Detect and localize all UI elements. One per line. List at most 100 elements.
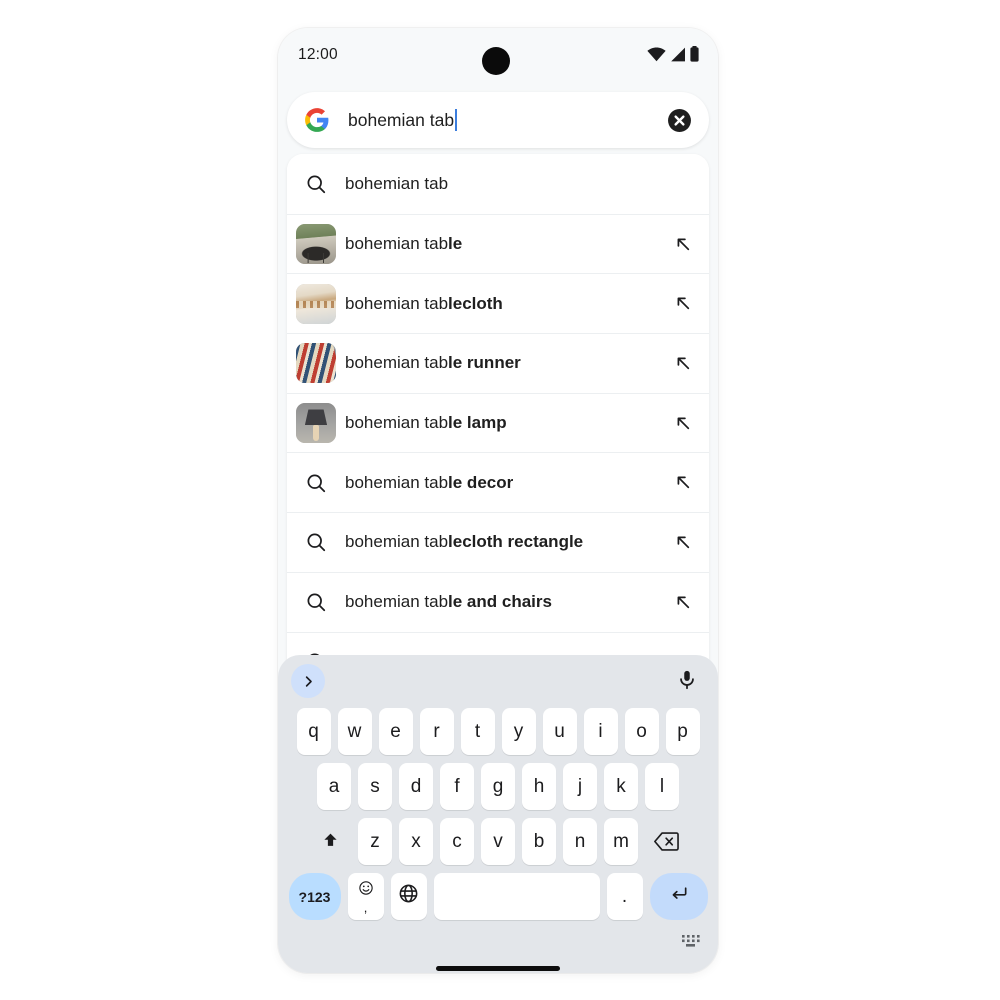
keyboard-bottom-bar — [278, 927, 718, 973]
suggestion-row[interactable]: bohemian table runner — [287, 333, 709, 393]
keyboard-row-3[interactable]: zxcvbnm — [278, 817, 718, 866]
thumbnail-image — [296, 403, 336, 444]
suggestion-label: bohemian table decor — [345, 472, 514, 492]
suggestion-thumbnail — [287, 283, 345, 324]
suggestion-label: bohemian table — [345, 234, 463, 254]
thumbnail-image — [296, 224, 336, 265]
key-t[interactable]: t — [460, 708, 495, 755]
suggestion-row[interactable]: bohemian table — [287, 213, 709, 274]
suggestion-label: bohemian table runner — [345, 353, 521, 373]
globe-icon — [398, 883, 419, 910]
key-g[interactable]: g — [481, 763, 515, 810]
suggestion-row[interactable]: bohemian table and chairs — [287, 571, 709, 632]
key-z[interactable]: z — [358, 818, 392, 865]
suggestion-row[interactable]: bohemian tablecloth rectangle — [287, 512, 709, 572]
insert-suggestion-icon[interactable] — [657, 353, 709, 374]
search-icon — [287, 531, 345, 553]
status-time: 12:00 — [298, 46, 338, 63]
status-bar: 12:00 — [278, 28, 718, 88]
keyboard-switcher-icon[interactable] — [682, 935, 700, 954]
key-x[interactable]: x — [399, 818, 433, 865]
backspace-key[interactable] — [645, 818, 687, 865]
suggestion-thumbnail — [287, 403, 345, 444]
screenshot-root: 12:00 bohemian tab bohemian tab bohemian… — [0, 0, 1000, 1000]
period-key[interactable]: . — [606, 873, 643, 920]
key-y[interactable]: y — [501, 708, 536, 755]
keyboard-row-1[interactable]: qwertyuiop — [278, 707, 718, 756]
home-indicator[interactable] — [436, 966, 560, 971]
software-keyboard[interactable]: qwertyuiop asdfghjkl zxcvbnm ?123 , . — [278, 655, 718, 973]
insert-suggestion-icon[interactable] — [657, 472, 709, 493]
key-v[interactable]: v — [481, 818, 515, 865]
suggestion-row[interactable]: bohemian tab — [287, 154, 709, 214]
insert-suggestion-icon[interactable] — [657, 413, 709, 434]
key-i[interactable]: i — [583, 708, 618, 755]
suggestion-label: bohemian table and chairs — [345, 592, 552, 612]
insert-suggestion-icon[interactable] — [657, 293, 709, 314]
close-circle-icon[interactable] — [667, 108, 692, 133]
key-s[interactable]: s — [358, 763, 392, 810]
battery-icon — [689, 46, 700, 67]
suggestion-label: bohemian table lamp — [345, 413, 507, 433]
keyboard-row-4[interactable]: ?123 , . — [278, 872, 718, 921]
phone-frame: 12:00 bohemian tab bohemian tab bohemian… — [278, 28, 718, 973]
insert-suggestion-icon[interactable] — [657, 592, 709, 613]
key-q[interactable]: q — [296, 708, 331, 755]
microphone-icon[interactable] — [676, 667, 702, 695]
key-f[interactable]: f — [440, 763, 474, 810]
chevron-right-icon[interactable] — [291, 664, 325, 698]
key-w[interactable]: w — [337, 708, 372, 755]
search-icon — [287, 472, 345, 494]
search-query-field[interactable]: bohemian tab — [348, 109, 667, 131]
suggestion-row[interactable]: bohemian table decor — [287, 452, 709, 513]
suggestion-row[interactable]: bohemian table lamp — [287, 392, 709, 453]
key-a[interactable]: a — [317, 763, 351, 810]
thumbnail-image — [296, 343, 336, 384]
shift-key[interactable] — [309, 818, 351, 865]
search-bar[interactable]: bohemian tab — [287, 92, 709, 148]
key-l[interactable]: l — [645, 763, 679, 810]
suggestion-label: bohemian tab — [345, 173, 449, 193]
status-icon-group — [647, 46, 700, 67]
thumbnail-image — [296, 283, 336, 324]
space-key[interactable] — [433, 873, 600, 920]
key-r[interactable]: r — [419, 708, 454, 755]
key-o[interactable]: o — [624, 708, 659, 755]
suggestion-thumbnail — [287, 343, 345, 384]
suggestion-list[interactable]: bohemian tab bohemian table bohemian table… — [287, 154, 709, 694]
insert-suggestion-icon[interactable] — [657, 234, 709, 255]
key-m[interactable]: m — [604, 818, 638, 865]
key-p[interactable]: p — [665, 708, 700, 755]
insert-suggestion-icon[interactable] — [657, 532, 709, 553]
language-key[interactable] — [390, 873, 427, 920]
enter-icon — [668, 884, 690, 910]
text-caret — [455, 109, 458, 131]
search-icon — [287, 591, 345, 613]
suggestion-thumbnail — [287, 224, 345, 265]
key-b[interactable]: b — [522, 818, 556, 865]
search-icon — [287, 173, 345, 195]
key-j[interactable]: j — [563, 763, 597, 810]
suggestion-label: bohemian tablecloth rectangle — [345, 532, 584, 552]
google-g-logo — [304, 107, 330, 133]
key-h[interactable]: h — [522, 763, 556, 810]
key-c[interactable]: c — [440, 818, 474, 865]
front-camera-punchhole — [482, 47, 510, 75]
emoji-icon — [358, 880, 374, 900]
search-query-text: bohemian tab — [348, 109, 455, 130]
emoji-key-comma: , — [363, 899, 368, 915]
symbols-key[interactable]: ?123 — [288, 873, 341, 920]
emoji-key[interactable]: , — [347, 873, 384, 920]
key-n[interactable]: n — [563, 818, 597, 865]
key-k[interactable]: k — [604, 763, 638, 810]
suggestion-row[interactable]: bohemian tablecloth — [287, 273, 709, 334]
wifi-icon — [647, 47, 666, 67]
suggestion-label: bohemian tablecloth — [345, 293, 503, 313]
keyboard-suggestion-strip — [278, 655, 718, 707]
enter-key[interactable] — [649, 873, 708, 920]
key-e[interactable]: e — [378, 708, 413, 755]
key-u[interactable]: u — [542, 708, 577, 755]
signal-icon — [669, 47, 686, 67]
key-d[interactable]: d — [399, 763, 433, 810]
keyboard-row-2[interactable]: asdfghjkl — [278, 762, 718, 811]
